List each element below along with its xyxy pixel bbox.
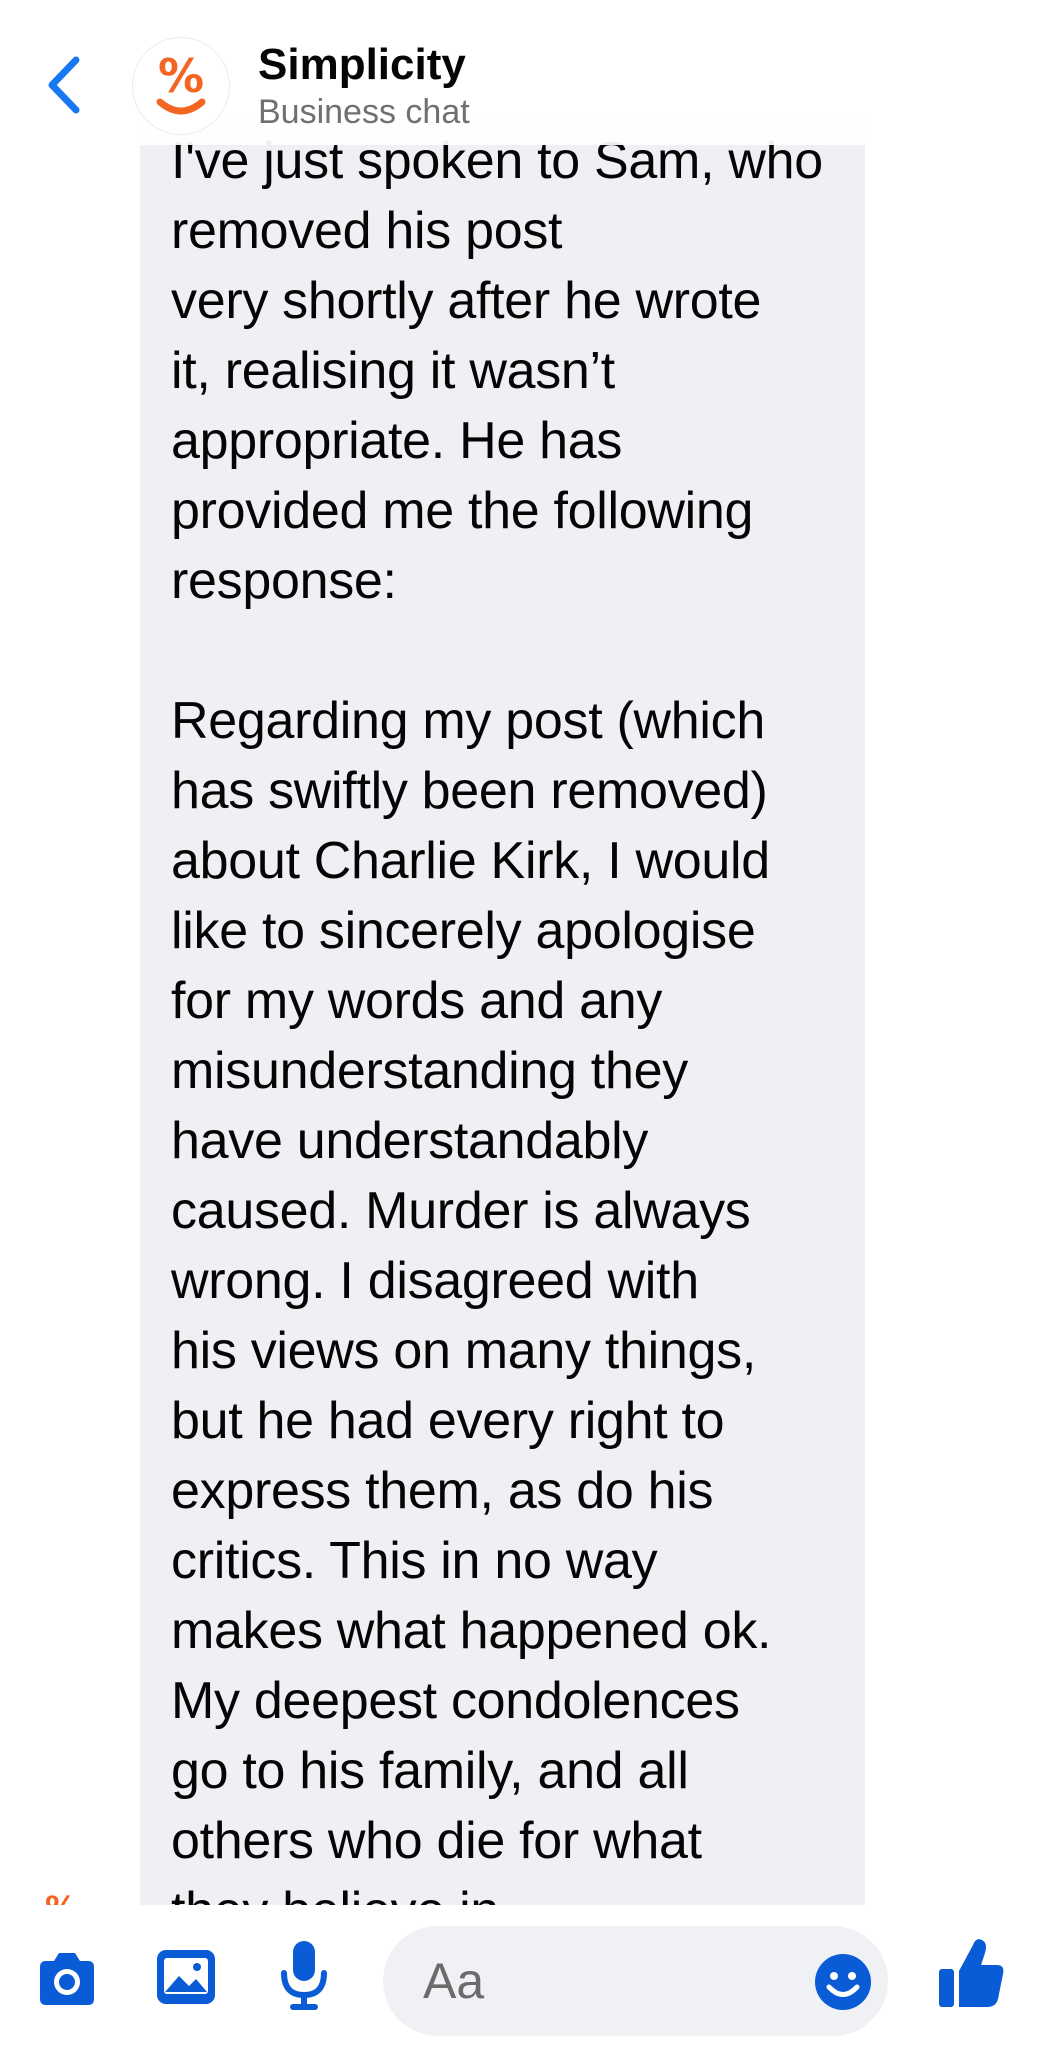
simplicity-logo-icon: %: [156, 49, 206, 115]
chevron-left-icon: [48, 56, 80, 114]
emoji-button[interactable]: [813, 1952, 873, 2012]
composer-bar: [0, 1905, 1038, 2048]
logo-glyph: %: [158, 49, 204, 103]
back-button[interactable]: [40, 52, 90, 118]
microphone-icon: [281, 1941, 327, 2010]
chat-subtitle: Business chat: [258, 93, 470, 131]
sender-avatar-mini: %: [44, 1885, 78, 1905]
chat-screen: I've just spoken to Sam, who removed his…: [0, 0, 1038, 2048]
gallery-icon: [157, 1950, 215, 2004]
emoji-icon: [815, 1954, 871, 2010]
svg-text:%: %: [45, 1889, 77, 1905]
camera-button[interactable]: [32, 1945, 102, 2015]
chat-header: % Simplicity Business chat: [0, 0, 1038, 145]
message-text: I've just spoken to Sam, who removed his…: [171, 132, 823, 1905]
thumbs-up-icon: [939, 1939, 1004, 2007]
message-list[interactable]: I've just spoken to Sam, who removed his…: [0, 0, 1038, 1905]
chat-title[interactable]: Simplicity: [258, 40, 466, 90]
camera-icon: [40, 1953, 94, 2005]
message-bubble[interactable]: I've just spoken to Sam, who removed his…: [140, 60, 865, 1905]
avatar[interactable]: %: [133, 38, 229, 134]
microphone-button[interactable]: [276, 1935, 332, 2015]
like-button[interactable]: [935, 1933, 1007, 2013]
gallery-button[interactable]: [153, 1942, 219, 2012]
message-composer[interactable]: [383, 1926, 888, 2036]
message-input[interactable]: [423, 1944, 763, 2018]
